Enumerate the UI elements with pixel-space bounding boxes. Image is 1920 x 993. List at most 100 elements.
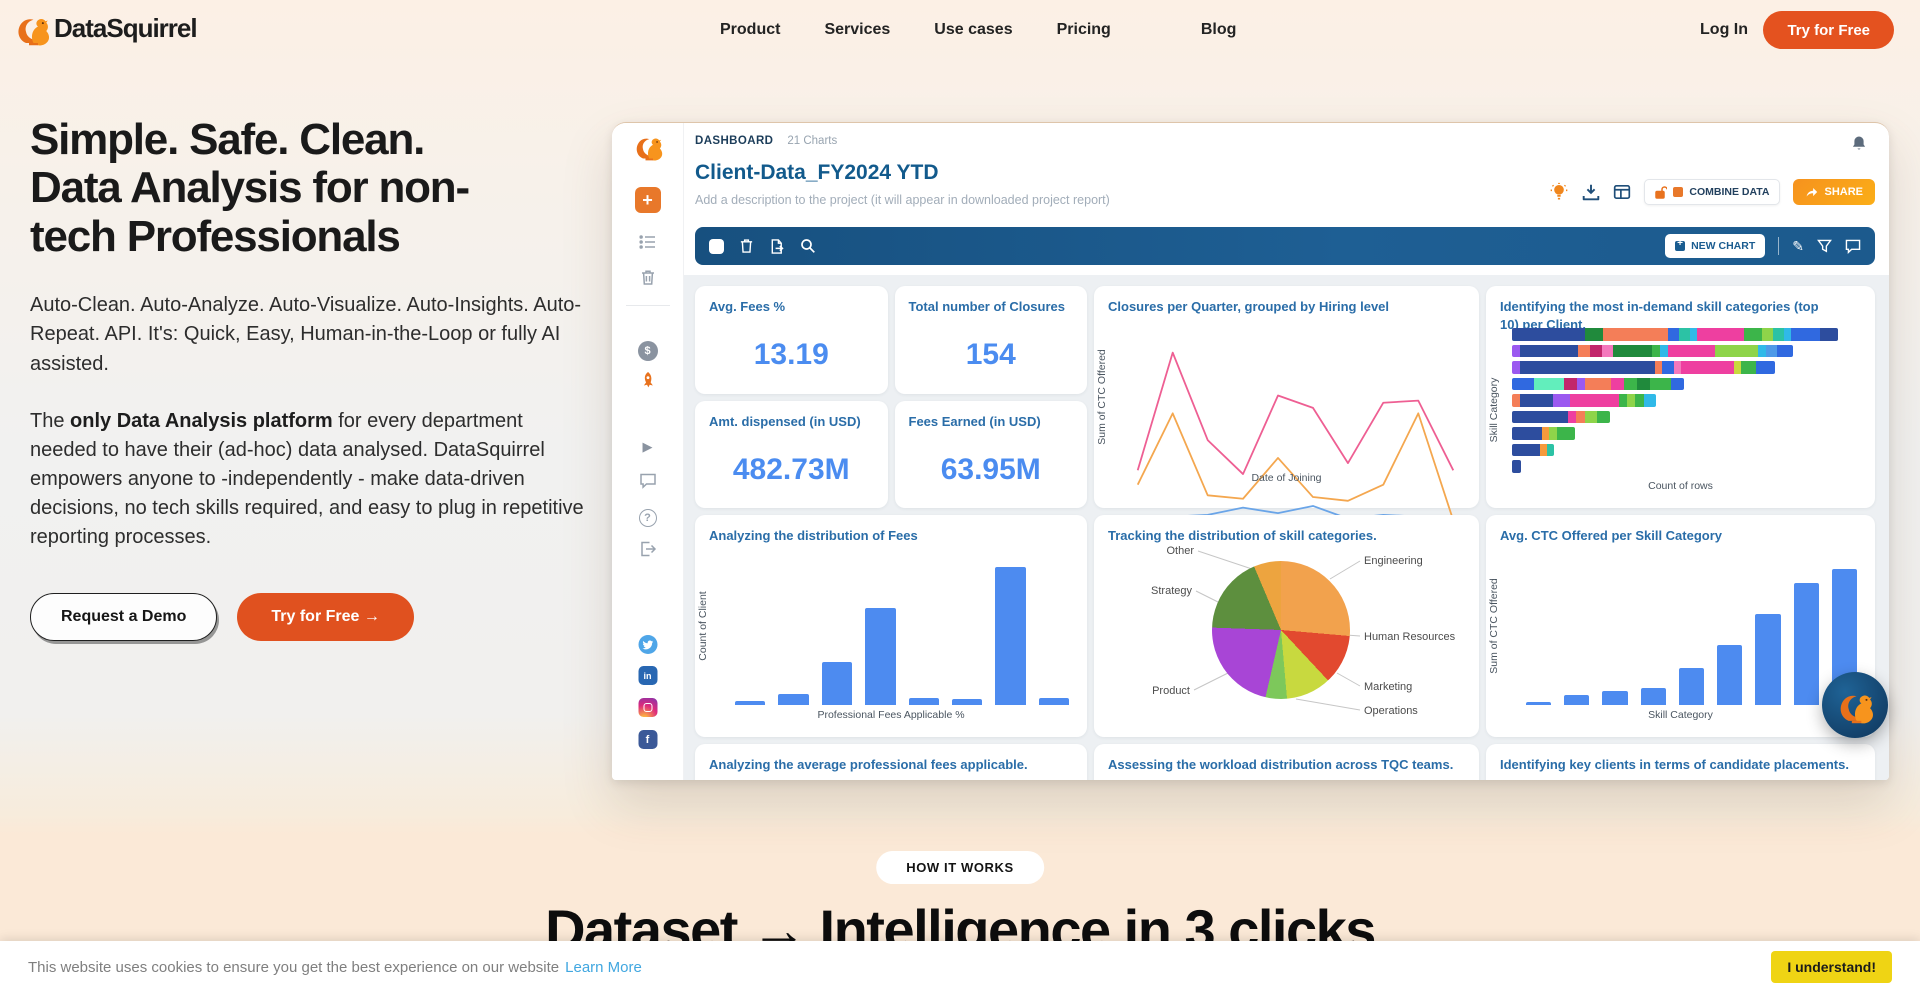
- kpi-value: 154: [895, 338, 1088, 372]
- stacked-bar-row: [1512, 328, 1838, 341]
- dashboard-main: DASHBOARD 21 Charts Client-Data_FY2024 Y…: [684, 123, 1889, 780]
- bar-chart-ctc-card: Avg. CTC Offered per Skill Category Sum …: [1486, 515, 1875, 737]
- kpi-label: Total number of Closures: [909, 298, 1074, 316]
- hero-heading-line2: Data Analysis for non-: [30, 164, 595, 212]
- brand-logo[interactable]: DataSquirrel: [14, 10, 197, 46]
- bar: [909, 698, 939, 705]
- chart-list-icon: [639, 235, 656, 249]
- kpi-label: Fees Earned (in USD): [909, 413, 1074, 431]
- landing-page: DataSquirrel Product Services Use cases …: [0, 0, 1920, 993]
- bar: [778, 694, 808, 705]
- top-nav: DataSquirrel Product Services Use cases …: [0, 0, 1920, 60]
- kpi-label: Amt. dispensed (in USD): [709, 413, 874, 431]
- cookie-learn-more-link[interactable]: Learn More: [565, 959, 642, 976]
- partial-chart-card: Assessing the workload distribution acro…: [1094, 744, 1479, 780]
- bar: [822, 662, 852, 705]
- bar: [1526, 702, 1551, 705]
- nav-link-pricing[interactable]: Pricing: [1057, 21, 1111, 39]
- project-title: Client-Data_FY2024 YTD: [695, 161, 939, 185]
- y-axis-label: Sum of CTC Offered: [1096, 349, 1108, 445]
- play-icon: ▶: [643, 439, 653, 455]
- table-view-icon: [1613, 183, 1631, 201]
- cookie-banner: This website uses cookies to ensure you …: [0, 941, 1920, 993]
- filter-icon: [1817, 239, 1832, 253]
- hero-section: Simple. Safe. Clean. Data Analysis for n…: [30, 116, 595, 641]
- bar: [1794, 583, 1819, 705]
- line-chart-card: Closures per Quarter, grouped by Hiring …: [1094, 286, 1479, 508]
- how-it-works-pill: HOW IT WORKS: [876, 851, 1044, 884]
- search-icon: [800, 238, 816, 254]
- bell-icon: [1851, 135, 1867, 152]
- kpi-card: Fees Earned (in USD)63.95M: [895, 401, 1088, 509]
- nav-link-blog[interactable]: Blog: [1201, 21, 1237, 39]
- bar: [1717, 645, 1742, 705]
- nav-link-product[interactable]: Product: [720, 21, 780, 39]
- help-icon: ?: [639, 509, 657, 527]
- x-axis-label: Date of Joining: [1094, 472, 1479, 484]
- insights-lightbulb-icon: [1549, 182, 1569, 202]
- instagram-icon: [638, 698, 657, 717]
- stacked-bar-row: [1512, 345, 1793, 358]
- bar: [1039, 698, 1069, 705]
- new-chart-button: NEW CHART: [1665, 234, 1765, 258]
- rocket-icon: [638, 371, 657, 390]
- hero-paragraph-2: The only Data Analysis platform for ever…: [30, 407, 595, 553]
- toolbar-trash-icon: [739, 238, 754, 254]
- new-chart-icon: [1675, 241, 1685, 251]
- bar: [1679, 668, 1704, 705]
- twitter-icon: [638, 635, 657, 654]
- bar: [995, 567, 1025, 705]
- edit-pen-icon: ✎: [1792, 238, 1804, 255]
- stacked-bar-row: [1512, 378, 1684, 391]
- cookie-accept-button[interactable]: I understand!: [1771, 951, 1892, 983]
- kpi-card: Avg. Fees % 13.19: [695, 286, 888, 394]
- cookie-text: This website uses cookies to ensure you …: [28, 959, 559, 976]
- chart-title: Closures per Quarter, grouped by Hiring …: [1108, 298, 1465, 316]
- chart-title: Analyzing the distribution of Fees: [709, 527, 1073, 545]
- nav-link-services[interactable]: Services: [824, 21, 890, 39]
- kpi-value: 482.73M: [695, 453, 888, 487]
- chart-title: Analyzing the average professional fees …: [709, 756, 1073, 774]
- share-button: SHARE: [1793, 179, 1875, 205]
- dashboard-sidebar: + $ ▶ ? in f: [612, 123, 684, 780]
- hero-heading-line1: Simple. Safe. Clean.: [30, 116, 595, 164]
- request-demo-button[interactable]: Request a Demo: [30, 593, 217, 641]
- stacked-bar-row: [1512, 460, 1521, 473]
- hero-heading: Simple. Safe. Clean. Data Analysis for n…: [30, 116, 595, 261]
- pie-label: Engineering: [1364, 555, 1423, 567]
- kpi-label: Avg. Fees %: [709, 298, 874, 316]
- try-for-free-hero-button[interactable]: Try for Free →: [237, 593, 413, 641]
- kpi-card: Amt. dispensed (in USD) 482.73M: [695, 401, 888, 509]
- sidebar-squirrel-logo-icon: [633, 131, 663, 161]
- hero-buttons: Request a Demo Try for Free →: [30, 593, 595, 641]
- trash-icon: [640, 269, 656, 286]
- dashboard-actions: COMBINE DATA SHARE: [1549, 179, 1875, 205]
- download-icon: [1582, 183, 1600, 201]
- y-axis-label: Count of Client: [697, 591, 709, 660]
- pie-label: Other: [1166, 545, 1194, 557]
- bar: [952, 699, 982, 705]
- hero-heading-line3: tech Professionals: [30, 213, 595, 261]
- dashboard-content: Avg. Fees % 13.19 Total number of Closures…: [684, 275, 1889, 780]
- share-arrow-icon: [1805, 186, 1818, 198]
- partial-chart-card: Identifying key clients in terms of cand…: [1486, 744, 1875, 780]
- dashboard-screenshot: + $ ▶ ? in f DASHBOARD: [612, 122, 1889, 780]
- stacked-bars: [1512, 328, 1863, 476]
- try-for-free-nav-button[interactable]: Try for Free: [1763, 11, 1894, 49]
- kpi-value: 13.19: [695, 338, 888, 372]
- bar: [1602, 691, 1627, 705]
- stacked-bar-row: [1512, 394, 1656, 407]
- pie-chart: EngineeringHuman ResourcesMarketingOpera…: [1094, 515, 1479, 737]
- facebook-icon: f: [638, 730, 657, 749]
- bar: [1755, 614, 1780, 705]
- chart-title: Assessing the workload distribution acro…: [1108, 756, 1465, 774]
- pie-label: Product: [1152, 685, 1190, 697]
- hero-paragraph-1: Auto-Clean. Auto-Analyze. Auto-Visualize…: [30, 291, 595, 379]
- nav-link-use-cases[interactable]: Use cases: [934, 21, 1012, 39]
- pie-label: Operations: [1364, 705, 1418, 717]
- login-link[interactable]: Log In: [1700, 0, 1748, 60]
- charts-count: 21 Charts: [787, 135, 837, 147]
- export-report-icon: [769, 238, 785, 255]
- bar: [735, 701, 765, 705]
- chat-icon: [1845, 239, 1861, 254]
